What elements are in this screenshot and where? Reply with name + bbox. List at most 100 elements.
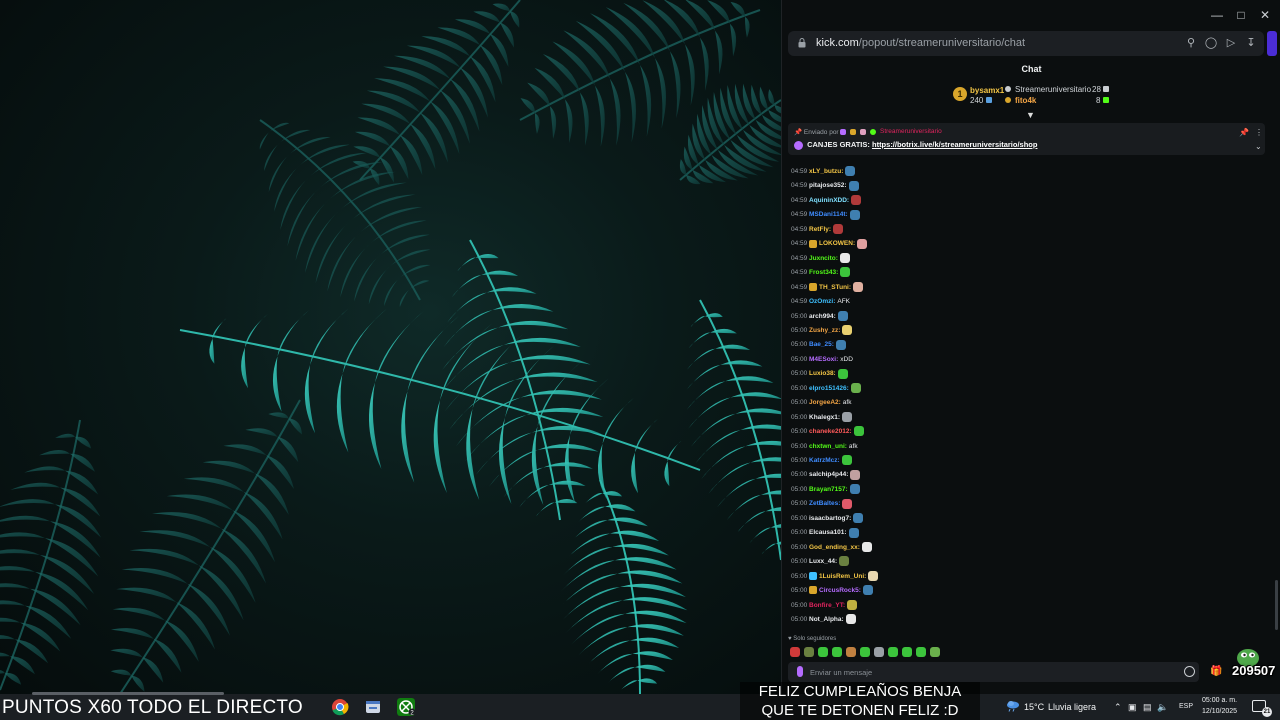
emote-icon[interactable] [853,513,864,524]
emote-icon[interactable] [851,195,862,206]
message-username[interactable]: chaneke2012: [809,428,852,435]
pin-icon[interactable]: 📌 [1239,128,1249,137]
volume-icon[interactable]: 🔈 [1157,702,1168,713]
recent-emotes-bar[interactable] [790,647,950,659]
emote-icon[interactable] [862,585,873,596]
url-text[interactable]: kick.com/popout/streameruniversitario/ch… [816,37,1025,49]
emote-icon[interactable] [853,426,864,437]
message-username[interactable]: RetFly: [809,226,831,233]
microphone-icon[interactable] [797,666,803,677]
xbox-icon[interactable]: 2 [397,698,415,716]
emote-icon[interactable] [849,484,860,495]
message-username[interactable]: isaacbartog7: [809,515,851,522]
message-username[interactable]: chxtwn_uni: [809,443,847,450]
emote-icon[interactable] [842,411,853,422]
network-icon[interactable]: ▤ [1143,702,1152,713]
emote-icon[interactable] [848,527,859,538]
rain-cloud-icon[interactable] [1006,700,1020,712]
recent-emote-icon[interactable] [804,647,814,657]
chat-scrollbar[interactable] [1275,580,1278,630]
chrome-icon[interactable] [331,698,349,716]
minimize-button[interactable]: — [1206,6,1228,24]
message-username[interactable]: AquininXDD: [809,197,849,204]
message-username[interactable]: MSDani114t: [809,211,848,218]
collapse-arrow-icon[interactable]: ▼ [1026,110,1035,120]
pinned-link[interactable]: https://botrix.live/k/streameruniversita… [872,140,1037,149]
clock-date[interactable]: 12/10/2025 [1202,708,1237,715]
message-username[interactable]: ZetBaltes: [809,500,840,507]
message-username[interactable]: CircusRock5: [819,587,861,594]
emote-icon[interactable] [845,614,856,625]
shield-icon[interactable]: ◯ [1204,36,1218,50]
emote-icon[interactable] [841,455,852,466]
chat-messages[interactable]: 04:59 xLY_butzu: 04:59 pitajose352: 04:59 Aqu… [791,166,1261,628]
message-username[interactable]: xLY_butzu: [809,168,843,175]
message-username[interactable]: Zushy_zz: [809,327,840,334]
second-name[interactable]: Streameruniversitario [1015,85,1091,94]
weather-description[interactable]: Lluvia ligera [1048,702,1096,712]
message-username[interactable]: arch994: [809,313,836,320]
recent-emote-icon[interactable] [846,647,856,657]
emote-icon[interactable] [839,252,850,263]
maximize-button[interactable]: □ [1230,6,1252,24]
recent-emote-icon[interactable] [790,647,800,657]
expand-icon[interactable]: ⌄ [1255,142,1262,151]
emote-icon[interactable] [848,180,859,191]
recent-emote-icon[interactable] [916,647,926,657]
message-username[interactable]: Bonfire_YT: [809,602,845,609]
weather-temperature[interactable]: 15°C [1024,702,1044,712]
message-username[interactable]: Not_Alpha: [809,616,844,623]
message-username[interactable]: elpro151426: [809,385,849,392]
download-icon[interactable]: ↧ [1244,36,1258,50]
message-username[interactable]: TH_STuni: [819,284,851,291]
recent-emote-icon[interactable] [888,647,898,657]
message-username[interactable]: Khalegx1: [809,414,840,421]
message-username[interactable]: 1LuisRem_Uni: [819,573,866,580]
chat-input-box[interactable] [788,662,1199,682]
zoom-icon[interactable]: ⚲ [1184,36,1198,50]
emote-icon[interactable] [839,556,850,567]
emote-icon[interactable] [833,224,844,235]
emote-icon[interactable] [861,541,872,552]
horizontal-scrollbar[interactable] [32,692,224,695]
send-icon[interactable]: ▷ [1224,36,1238,50]
emote-icon[interactable] [842,498,853,509]
third-name[interactable]: fito4k [1015,96,1036,105]
emote-icon[interactable] [845,166,856,177]
language-indicator[interactable]: ESP [1179,703,1193,710]
message-username[interactable]: Bae_25: [809,341,834,348]
emote-icon[interactable] [835,339,846,350]
address-bar[interactable]: kick.com/popout/streameruniversitario/ch… [788,31,1264,56]
pinned-user[interactable]: Streameruniversitario [880,128,942,135]
emote-icon[interactable] [853,281,864,292]
emote-icon[interactable] [837,368,848,379]
message-username[interactable]: LOKOWEN: [819,240,855,247]
app-window-icon[interactable] [364,698,382,716]
chat-message-input[interactable] [810,665,1170,679]
recent-emote-icon[interactable] [818,647,828,657]
message-username[interactable]: Juxncito: [809,255,838,262]
message-username[interactable]: Luxx_44: [809,558,837,565]
message-username[interactable]: KatrzMcz: [809,457,840,464]
emote-icon[interactable] [849,209,860,220]
emote-icon[interactable] [857,238,868,249]
recent-emote-icon[interactable] [874,647,884,657]
message-username[interactable]: God_ending_xx: [809,544,860,551]
message-username[interactable]: Elcausa101: [809,529,847,536]
recent-emote-icon[interactable] [902,647,912,657]
message-username[interactable]: M4ESoxi: [809,356,838,363]
message-username[interactable]: Frost343: [809,269,838,276]
emote-icon[interactable] [840,267,851,278]
message-username[interactable]: Luxio38: [809,370,836,377]
chevron-up-icon[interactable]: ⌃ [1114,702,1122,713]
emote-icon[interactable] [847,599,858,610]
emote-icon[interactable] [850,383,861,394]
close-button[interactable]: ✕ [1254,6,1276,24]
leader-name[interactable]: bysamx1 [970,86,1004,95]
channel-points[interactable]: 209507 [1232,663,1275,678]
clock-time[interactable]: 05:00 a. m. [1202,697,1237,704]
recent-emote-icon[interactable] [832,647,842,657]
tray-app-icon[interactable]: ▣ [1128,702,1137,713]
sidebar-toggle[interactable] [1267,31,1277,56]
message-username[interactable]: pitajose352: [809,182,847,189]
